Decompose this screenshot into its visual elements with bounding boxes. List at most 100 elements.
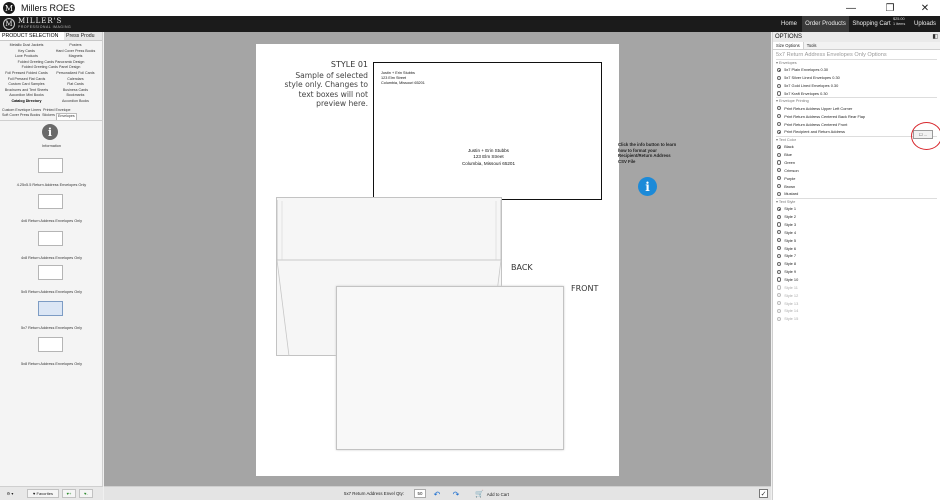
option-label: 5x7 Gold Lined Envelopes 0.30	[784, 83, 839, 89]
category-item[interactable]: Accordion Books	[51, 99, 100, 105]
product-item[interactable]: 4x8 Return Address Envelopes Only	[0, 231, 103, 267]
radio-icon	[777, 301, 782, 306]
top-nav: M MILLER'S PROFESSIONAL IMAGING Home Ord…	[0, 16, 940, 32]
subtab-item[interactable]: Soft Cover Press Books	[1, 113, 41, 120]
subtab-item[interactable]: Envelopes	[55, 113, 77, 120]
option-label: Print Return Address Upper Left Corner	[784, 105, 853, 111]
highlight-circle	[911, 122, 940, 150]
radio-icon	[777, 230, 782, 235]
option-label: Style 9	[784, 269, 797, 275]
back-label: BACK	[511, 263, 533, 272]
option-radio[interactable]: Mustard	[776, 190, 937, 198]
option-radio: Style 12	[776, 291, 937, 299]
csv-help-text: Click the info button to learn how to fo…	[618, 142, 677, 165]
add-to-cart-label: Add to Cart	[486, 491, 509, 497]
subtab-item[interactable]: Stickers	[41, 113, 56, 120]
style-heading: STYLE 01	[330, 60, 368, 69]
option-radio[interactable]: Style 10	[776, 276, 937, 284]
recipient-address-block[interactable]: Justin + Erin Stubbs 123 Elm Street Colu…	[374, 148, 603, 167]
option-radio[interactable]: Blue	[776, 151, 937, 159]
return-address-block[interactable]: Justin + Erin Stubbs 123 Elm Street Colu…	[381, 71, 425, 87]
product-item[interactable]: 5x8 Return Address Envelopes Only	[0, 337, 103, 373]
option-radio: Style 15	[776, 315, 937, 323]
envelope-thumbnail	[38, 194, 63, 209]
undo-icon[interactable]: ↶	[430, 489, 444, 499]
add-favorite-button[interactable]: ♥+	[62, 489, 76, 498]
quantity-input[interactable]: 50	[414, 489, 426, 498]
product-information[interactable]: i Information	[0, 124, 103, 160]
option-radio[interactable]: Style 9	[776, 268, 937, 276]
radio-icon	[777, 285, 782, 290]
front-label: FRONT	[571, 284, 599, 293]
product-item[interactable]: 4.25x5.5 Return Address Envelopes Only	[0, 158, 103, 194]
left-panel-tabs: PRODUCT SELECTION Press Produ	[0, 32, 102, 41]
option-radio[interactable]: Print Return Address Centered Front	[776, 120, 937, 128]
style-note: Sample of selected style only. Changes t…	[284, 71, 369, 109]
product-item[interactable]: 4x6 Return Address Envelopes Only	[0, 194, 103, 230]
option-label: 5x7 Silver Lined Envelopes 0.30	[784, 75, 840, 81]
option-radio[interactable]: 5x7 Plain Envelopes 0.30	[776, 66, 937, 74]
option-radio[interactable]: Purple	[776, 174, 937, 182]
option-radio[interactable]: Style 5	[776, 236, 937, 244]
option-radio[interactable]: Print Return Address Upper Left Corner	[776, 104, 937, 112]
option-radio[interactable]: Style 4	[776, 228, 937, 236]
pin-icon[interactable]: ◧	[932, 32, 938, 42]
option-radio[interactable]: Style 3	[776, 221, 937, 229]
option-radio[interactable]: 5x7 Kraft Envelopes 0.30	[776, 90, 937, 98]
tab-product-selection[interactable]: PRODUCT SELECTION	[0, 32, 64, 40]
options-tabs: Size Options Tools	[773, 42, 940, 50]
option-radio[interactable]: Crimson	[776, 166, 937, 174]
remove-favorite-button[interactable]: ♥-	[79, 489, 93, 498]
option-label: Mustard	[784, 191, 799, 197]
tab-tools[interactable]: Tools	[804, 42, 820, 49]
category-grid: Metallic Dust Jackets Posters Key Cards Har…	[0, 41, 102, 105]
csv-info-icon[interactable]: i	[638, 177, 657, 196]
nav-order-products[interactable]: Order Products	[802, 16, 849, 32]
radio-icon	[777, 152, 782, 157]
option-radio[interactable]: Style 8	[776, 260, 937, 268]
product-selection-panel: PRODUCT SELECTION Press Produ Metallic D…	[0, 32, 103, 486]
option-label: Style 8	[784, 261, 797, 267]
nav-home[interactable]: Home	[777, 16, 801, 32]
restore-button[interactable]: ❐	[875, 0, 905, 16]
close-button[interactable]: ✕	[910, 0, 940, 16]
product-item[interactable]: 5x7 Return Address Envelopes Only	[0, 301, 103, 337]
option-label: Style 13	[784, 300, 799, 306]
product-label: Information	[42, 144, 61, 148]
tab-press-products[interactable]: Press Produ	[64, 32, 102, 40]
option-radio[interactable]: Style 1	[776, 205, 937, 213]
option-label: Black	[784, 144, 794, 150]
favorites-button[interactable]: ♥ Favorites	[27, 489, 59, 498]
confirm-checkbox[interactable]: ✓	[759, 489, 768, 498]
radio-icon	[777, 83, 782, 88]
minimize-button[interactable]: —	[836, 0, 866, 16]
brand-tagline: PROFESSIONAL IMAGING	[18, 25, 72, 29]
option-radio[interactable]: 5x7 Gold Lined Envelopes 0.30	[776, 82, 937, 90]
product-item[interactable]: 5x5 Return Address Envelopes Only	[0, 265, 103, 301]
option-radio[interactable]: Brown	[776, 182, 937, 190]
radio-icon	[777, 316, 782, 321]
tab-size-options[interactable]: Size Options	[773, 42, 804, 49]
option-radio[interactable]: Style 7	[776, 252, 937, 260]
option-radio[interactable]: Style 2	[776, 213, 937, 221]
category-item[interactable]: Catalog Directory	[2, 99, 51, 105]
preview-canvas: STYLE 01 Sample of selected style only. …	[104, 32, 771, 486]
envelope-address-layout[interactable]: Justin + Erin Stubbs 123 Elm Street Colu…	[373, 62, 602, 200]
option-label: Style 4	[784, 229, 797, 235]
option-radio[interactable]: 5x7 Silver Lined Envelopes 0.30	[776, 74, 937, 82]
redo-icon[interactable]: ↷	[449, 489, 463, 499]
radio-icon	[777, 121, 782, 127]
radio-icon	[777, 91, 782, 96]
brand-logo: M MILLER'S PROFESSIONAL IMAGING	[3, 17, 71, 31]
option-radio[interactable]: Style 6	[776, 244, 937, 252]
option-radio: Style 13	[776, 299, 937, 307]
nav-uploads[interactable]: Uploads	[912, 16, 938, 32]
add-to-cart-button[interactable]: 🛒 Add to Cart	[475, 489, 509, 499]
option-radio[interactable]: Print Return Address Centered Back Rear …	[776, 112, 937, 120]
envelope-front-preview	[336, 286, 564, 450]
option-radio[interactable]: Green	[776, 159, 937, 167]
envelope-thumbnail	[38, 231, 63, 246]
nav-shopping-cart[interactable]: Shopping Cart	[851, 16, 892, 32]
cart-icon: 🛒	[475, 491, 484, 498]
settings-menu-button[interactable]: ⚙ ▾	[3, 489, 17, 498]
